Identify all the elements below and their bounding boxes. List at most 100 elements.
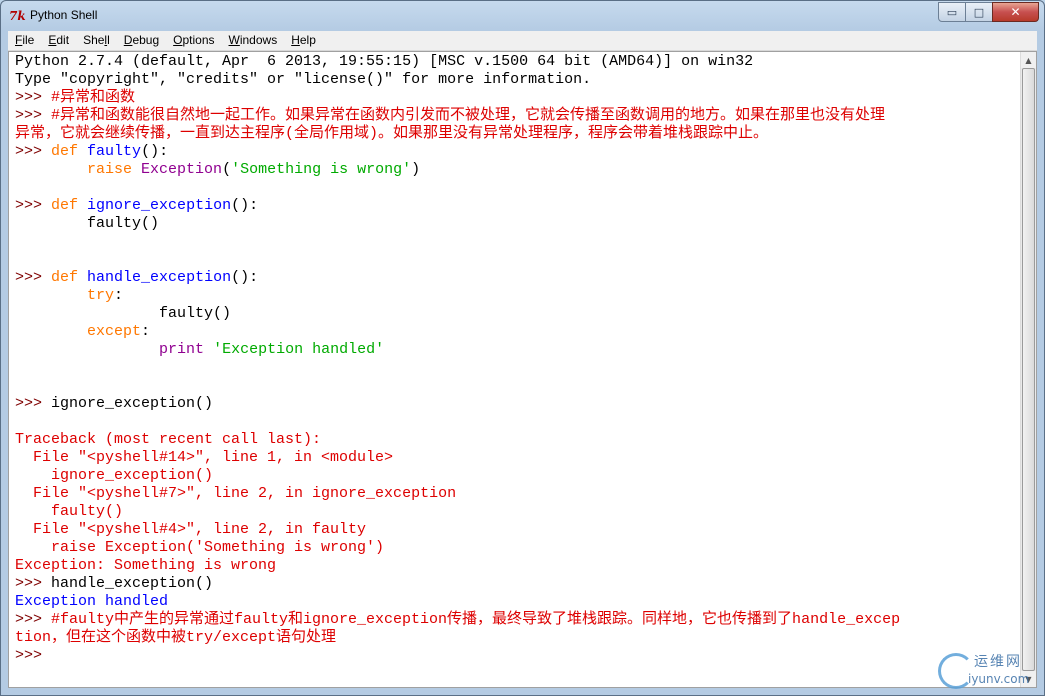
shell-token: : bbox=[114, 287, 124, 304]
shell-line: >>> #faulty中产生的异常通过faulty和ignore_excepti… bbox=[15, 611, 900, 629]
shell-token bbox=[78, 197, 87, 214]
scroll-up-icon[interactable]: ▲ bbox=[1021, 52, 1036, 68]
shell-token bbox=[15, 161, 87, 178]
menu-debug[interactable]: Debug bbox=[116, 31, 165, 50]
shell-token: #异常和函数能很自然地一起工作。如果异常在函数内引发而不被处理，它就会传播至函数… bbox=[51, 107, 886, 124]
shell-token: : bbox=[141, 323, 151, 340]
shell-token: #异常和函数 bbox=[51, 89, 136, 106]
shell-token: >>> bbox=[15, 575, 52, 592]
shell-token bbox=[78, 143, 87, 160]
shell-token: (): bbox=[231, 269, 259, 286]
shell-token: raise Exception('Something is wrong') bbox=[15, 539, 385, 556]
shell-token: #faulty中产生的异常通过faulty和ignore_exception传播… bbox=[51, 611, 901, 628]
shell-token: >>> bbox=[15, 647, 52, 664]
shell-line: faulty() bbox=[15, 215, 900, 233]
shell-token: tion，但在这个函数中被try/except语句处理 bbox=[15, 629, 337, 646]
shell-token: >>> bbox=[15, 269, 52, 286]
python-shell-window: 7k Python Shell ▭ □ ✕ File Edit Shell De… bbox=[0, 0, 1045, 696]
shell-token: >>> bbox=[15, 197, 52, 214]
shell-token: faulty() bbox=[15, 305, 232, 322]
shell-token: 'Exception handled' bbox=[213, 341, 385, 358]
shell-token: >>> bbox=[15, 143, 52, 160]
shell-token: def bbox=[51, 269, 79, 286]
shell-token: except bbox=[87, 323, 142, 340]
shell-client-area: Python 2.7.4 (default, Apr 6 2013, 19:55… bbox=[8, 51, 1037, 688]
shell-line: try: bbox=[15, 287, 900, 305]
minimize-button[interactable]: ▭ bbox=[938, 2, 966, 22]
shell-token: ( bbox=[222, 161, 232, 178]
shell-line bbox=[15, 179, 900, 197]
shell-token: >>> bbox=[15, 89, 52, 106]
shell-token: Exception handled bbox=[15, 593, 169, 610]
shell-token bbox=[204, 341, 213, 358]
shell-token: >>> bbox=[15, 395, 52, 412]
shell-token: ignore_exception bbox=[87, 197, 232, 214]
shell-line: >>> def ignore_exception(): bbox=[15, 197, 900, 215]
shell-token bbox=[78, 269, 87, 286]
close-button[interactable]: ✕ bbox=[992, 2, 1039, 22]
shell-token: ignore_exception() bbox=[51, 395, 214, 412]
shell-token: raise bbox=[87, 161, 133, 178]
shell-token: faulty() bbox=[15, 503, 124, 520]
shell-line: >>> bbox=[15, 647, 900, 665]
shell-line: >>> handle_exception() bbox=[15, 575, 900, 593]
shell-token: faulty() bbox=[15, 215, 160, 232]
menu-edit[interactable]: Edit bbox=[40, 31, 75, 50]
shell-token: ignore_exception() bbox=[15, 467, 214, 484]
scroll-down-icon[interactable]: ▼ bbox=[1021, 671, 1036, 687]
shell-token: ) bbox=[411, 161, 421, 178]
shell-token bbox=[132, 161, 141, 178]
menu-file[interactable]: File bbox=[8, 31, 40, 50]
shell-line bbox=[15, 377, 900, 395]
shell-line: File "<pyshell#4>", line 2, in faulty bbox=[15, 521, 900, 539]
shell-token: 'Something is wrong' bbox=[231, 161, 412, 178]
shell-line: >>> ignore_exception() bbox=[15, 395, 900, 413]
shell-token bbox=[15, 323, 87, 340]
shell-line: Python 2.7.4 (default, Apr 6 2013, 19:55… bbox=[15, 53, 900, 71]
shell-line: >>> #异常和函数能很自然地一起工作。如果异常在函数内引发而不被处理，它就会传… bbox=[15, 107, 900, 125]
menu-windows[interactable]: Windows bbox=[221, 31, 284, 50]
shell-text-area[interactable]: Python 2.7.4 (default, Apr 6 2013, 19:55… bbox=[9, 52, 1021, 687]
shell-line: >>> def handle_exception(): bbox=[15, 269, 900, 287]
shell-token: (): bbox=[141, 143, 169, 160]
shell-line: except: bbox=[15, 323, 900, 341]
shell-line: faulty() bbox=[15, 503, 900, 521]
shell-line bbox=[15, 413, 900, 431]
maximize-button[interactable]: □ bbox=[965, 2, 993, 22]
shell-line: print 'Exception handled' bbox=[15, 341, 900, 359]
shell-token bbox=[15, 287, 87, 304]
vertical-scrollbar[interactable]: ▲ ▼ bbox=[1020, 52, 1036, 687]
shell-line: raise Exception('Something is wrong') bbox=[15, 539, 900, 557]
shell-output[interactable]: Python 2.7.4 (default, Apr 6 2013, 19:55… bbox=[15, 53, 900, 665]
shell-line: Exception handled bbox=[15, 593, 900, 611]
title-bar[interactable]: 7k Python Shell ▭ □ ✕ bbox=[1, 1, 1044, 31]
shell-line bbox=[15, 359, 900, 377]
shell-token: Exception: Something is wrong bbox=[15, 557, 277, 574]
shell-token: Traceback (most recent call last): bbox=[15, 431, 322, 448]
scroll-thumb[interactable] bbox=[1022, 68, 1035, 671]
shell-token: File "<pyshell#7>", line 2, in ignore_ex… bbox=[15, 485, 457, 502]
menu-shell[interactable]: Shell bbox=[75, 31, 116, 50]
shell-token: >>> bbox=[15, 611, 52, 628]
caption-buttons: ▭ □ ✕ bbox=[938, 2, 1039, 22]
shell-line: ignore_exception() bbox=[15, 467, 900, 485]
shell-token: faulty bbox=[87, 143, 142, 160]
shell-token: def bbox=[51, 197, 79, 214]
shell-token bbox=[15, 341, 159, 358]
menu-bar: File Edit Shell Debug Options Windows He… bbox=[8, 31, 1037, 51]
shell-token: Type "copyright", "credits" or "license(… bbox=[15, 71, 592, 88]
shell-line: >>> #异常和函数 bbox=[15, 89, 900, 107]
menu-options[interactable]: Options bbox=[165, 31, 220, 50]
shell-token: handle_exception bbox=[87, 269, 232, 286]
menu-help[interactable]: Help bbox=[283, 31, 322, 50]
shell-token: Python 2.7.4 (default, Apr 6 2013, 19:55… bbox=[15, 53, 754, 70]
shell-token: File "<pyshell#4>", line 2, in faulty bbox=[15, 521, 367, 538]
shell-line: Exception: Something is wrong bbox=[15, 557, 900, 575]
shell-line: tion，但在这个函数中被try/except语句处理 bbox=[15, 629, 900, 647]
shell-line bbox=[15, 233, 900, 251]
maximize-icon: □ bbox=[973, 5, 985, 19]
shell-line: File "<pyshell#7>", line 2, in ignore_ex… bbox=[15, 485, 900, 503]
window-title: Python Shell bbox=[30, 8, 98, 22]
shell-line: faulty() bbox=[15, 305, 900, 323]
shell-line: Type "copyright", "credits" or "license(… bbox=[15, 71, 900, 89]
